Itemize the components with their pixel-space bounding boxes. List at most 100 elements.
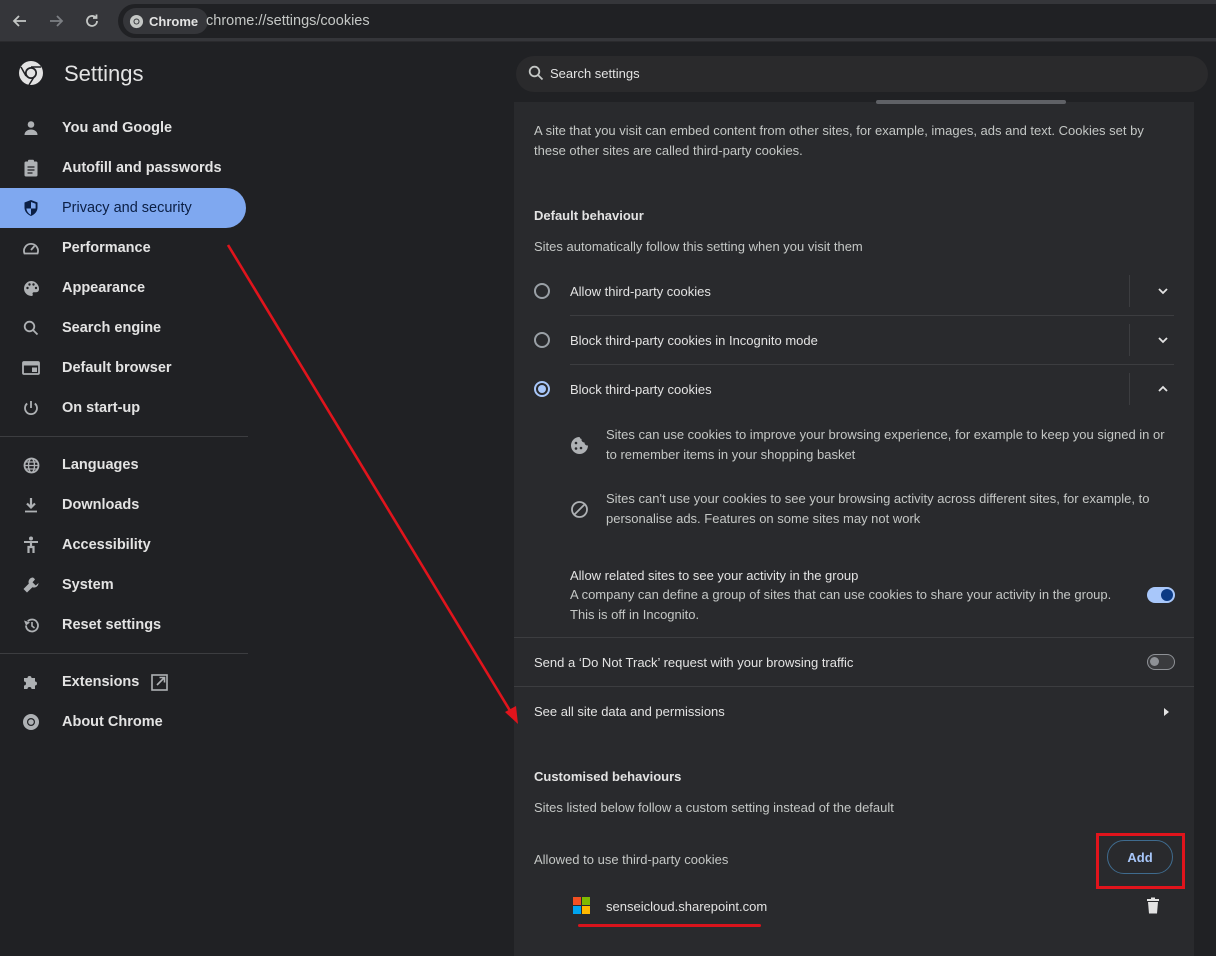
search-settings-input[interactable]: Search settings [516, 56, 1208, 92]
annotation-underline [578, 924, 761, 927]
sidebar-item-search-engine[interactable]: Search engine [0, 308, 248, 348]
back-button[interactable] [8, 9, 32, 33]
radio-allow-third-party[interactable] [534, 283, 550, 299]
reload-icon [86, 14, 98, 27]
option-label: Allow third-party cookies [570, 284, 711, 299]
chrome-icon [22, 713, 40, 731]
default-behaviour-heading: Default behaviour [534, 208, 644, 223]
search-icon [22, 319, 40, 337]
sidebar-item-system[interactable]: System [0, 565, 248, 605]
default-behaviour-subtitle: Sites automatically follow this setting … [534, 239, 863, 254]
sidebar-item-label: On start-up [62, 400, 141, 416]
allowed-sites-label: Allowed to use third-party cookies [534, 852, 729, 867]
sidebar-item-label: System [62, 577, 114, 593]
divider [514, 686, 1194, 687]
site-chip-label: Chrome [149, 13, 199, 29]
sidebar-divider [0, 653, 248, 654]
sidebar-item-label: Accessibility [62, 537, 151, 553]
chevron-down-icon[interactable] [1157, 284, 1169, 302]
separator [1129, 275, 1130, 307]
sidebar-item-appearance[interactable]: Appearance [0, 268, 248, 308]
search-placeholder: Search settings [550, 66, 640, 81]
detail-text-cookies: Sites can use cookies to improve your br… [606, 427, 1165, 462]
third-party-intro: A site that you visit can embed content … [534, 123, 1144, 158]
person-icon [22, 119, 40, 137]
sidebar-item-languages[interactable]: Languages [0, 445, 248, 485]
browser-toolbar: Chrome chrome://settings/cookies [0, 0, 1216, 42]
site-chip[interactable]: Chrome [123, 8, 209, 34]
divider [570, 364, 1174, 365]
page-title: Settings [64, 61, 144, 86]
speedometer-icon [22, 239, 40, 257]
sidebar-item-label: Downloads [62, 497, 140, 513]
sidebar-item-label: Privacy and security [62, 200, 192, 216]
cookie-icon [570, 436, 589, 460]
delete-icon[interactable] [1146, 897, 1160, 919]
browser-window-icon [22, 359, 40, 377]
cookies-settings-card [514, 102, 1194, 956]
chevron-down-icon[interactable] [1157, 333, 1169, 351]
settings-header: Settings Search settings [0, 43, 1216, 103]
puzzle-icon [22, 673, 40, 691]
related-sites-desc: A company can define a group of sites th… [570, 587, 1112, 602]
customised-behaviours-subtitle: Sites listed below follow a custom setti… [534, 800, 894, 815]
external-link-icon[interactable] [151, 673, 169, 691]
separator [1129, 373, 1130, 405]
palette-icon [22, 279, 40, 297]
wrench-icon [22, 576, 40, 594]
sidebar-item-downloads[interactable]: Downloads [0, 485, 248, 525]
sidebar: You and Google Autofill and passwords Pr… [0, 108, 248, 742]
sidebar-item-label: Default browser [62, 360, 172, 376]
sidebar-item-you-and-google[interactable]: You and Google [0, 108, 248, 148]
do-not-track-label: Send a ‘Do Not Track’ request with your … [534, 655, 854, 670]
sidebar-item-default-browser[interactable]: Default browser [0, 348, 248, 388]
sidebar-item-label: About Chrome [62, 714, 163, 730]
address-bar[interactable]: Chrome chrome://settings/cookies [118, 4, 1216, 38]
related-sites-title: Allow related sites to see your activity… [570, 568, 859, 583]
separator [1129, 324, 1130, 356]
arrow-left-icon [12, 15, 26, 27]
sidebar-item-accessibility[interactable]: Accessibility [0, 525, 248, 565]
scroll-indicator[interactable] [876, 100, 1066, 104]
sidebar-item-reset[interactable]: Reset settings [0, 605, 248, 645]
chrome-logo-icon [18, 60, 44, 91]
sidebar-item-on-startup[interactable]: On start-up [0, 388, 248, 428]
sidebar-item-performance[interactable]: Performance [0, 228, 248, 268]
divider [514, 637, 1194, 638]
annotation-highlight-box [1096, 833, 1185, 889]
detail-text-tracking: Sites can't use your cookies to see your… [606, 491, 1150, 526]
related-sites-desc-2: This is off in Incognito. [570, 607, 700, 622]
url-text[interactable]: chrome://settings/cookies [206, 13, 370, 29]
search-icon [528, 65, 544, 86]
arrow-right-icon [50, 15, 64, 27]
reload-button[interactable] [80, 9, 104, 33]
radio-block-third-party[interactable] [534, 381, 550, 397]
sidebar-item-label: Search engine [62, 320, 162, 336]
allowed-site-domain: senseicloud.sharepoint.com [606, 899, 768, 914]
related-sites-toggle[interactable] [1147, 587, 1175, 603]
sidebar-item-autofill[interactable]: Autofill and passwords [0, 148, 248, 188]
do-not-track-toggle[interactable] [1147, 654, 1175, 670]
sidebar-item-label: Extensions [62, 674, 140, 690]
see-all-site-data-link[interactable]: See all site data and permissions [534, 704, 725, 719]
page-gutter [1194, 102, 1216, 956]
shield-icon [22, 199, 40, 217]
arrow-right-icon[interactable] [1161, 705, 1171, 723]
microsoft-logo-icon [573, 897, 590, 919]
download-icon [22, 496, 40, 514]
sidebar-item-label: Reset settings [62, 617, 162, 633]
globe-icon [22, 456, 40, 474]
sidebar-item-extensions[interactable]: Extensions [0, 662, 248, 702]
sidebar-item-about-chrome[interactable]: About Chrome [0, 702, 248, 742]
sidebar-item-label: Performance [62, 240, 151, 256]
sidebar-item-privacy[interactable]: Privacy and security [0, 188, 246, 228]
clipboard-icon [22, 159, 40, 177]
customised-behaviours-heading: Customised behaviours [534, 769, 682, 784]
forward-button[interactable] [44, 9, 68, 33]
option-label: Block third-party cookies [570, 382, 712, 397]
chevron-up-icon[interactable] [1157, 382, 1169, 400]
sidebar-item-label: Appearance [62, 280, 146, 296]
radio-block-incognito[interactable] [534, 332, 550, 348]
chrome-icon [129, 14, 144, 28]
history-icon [22, 616, 40, 634]
